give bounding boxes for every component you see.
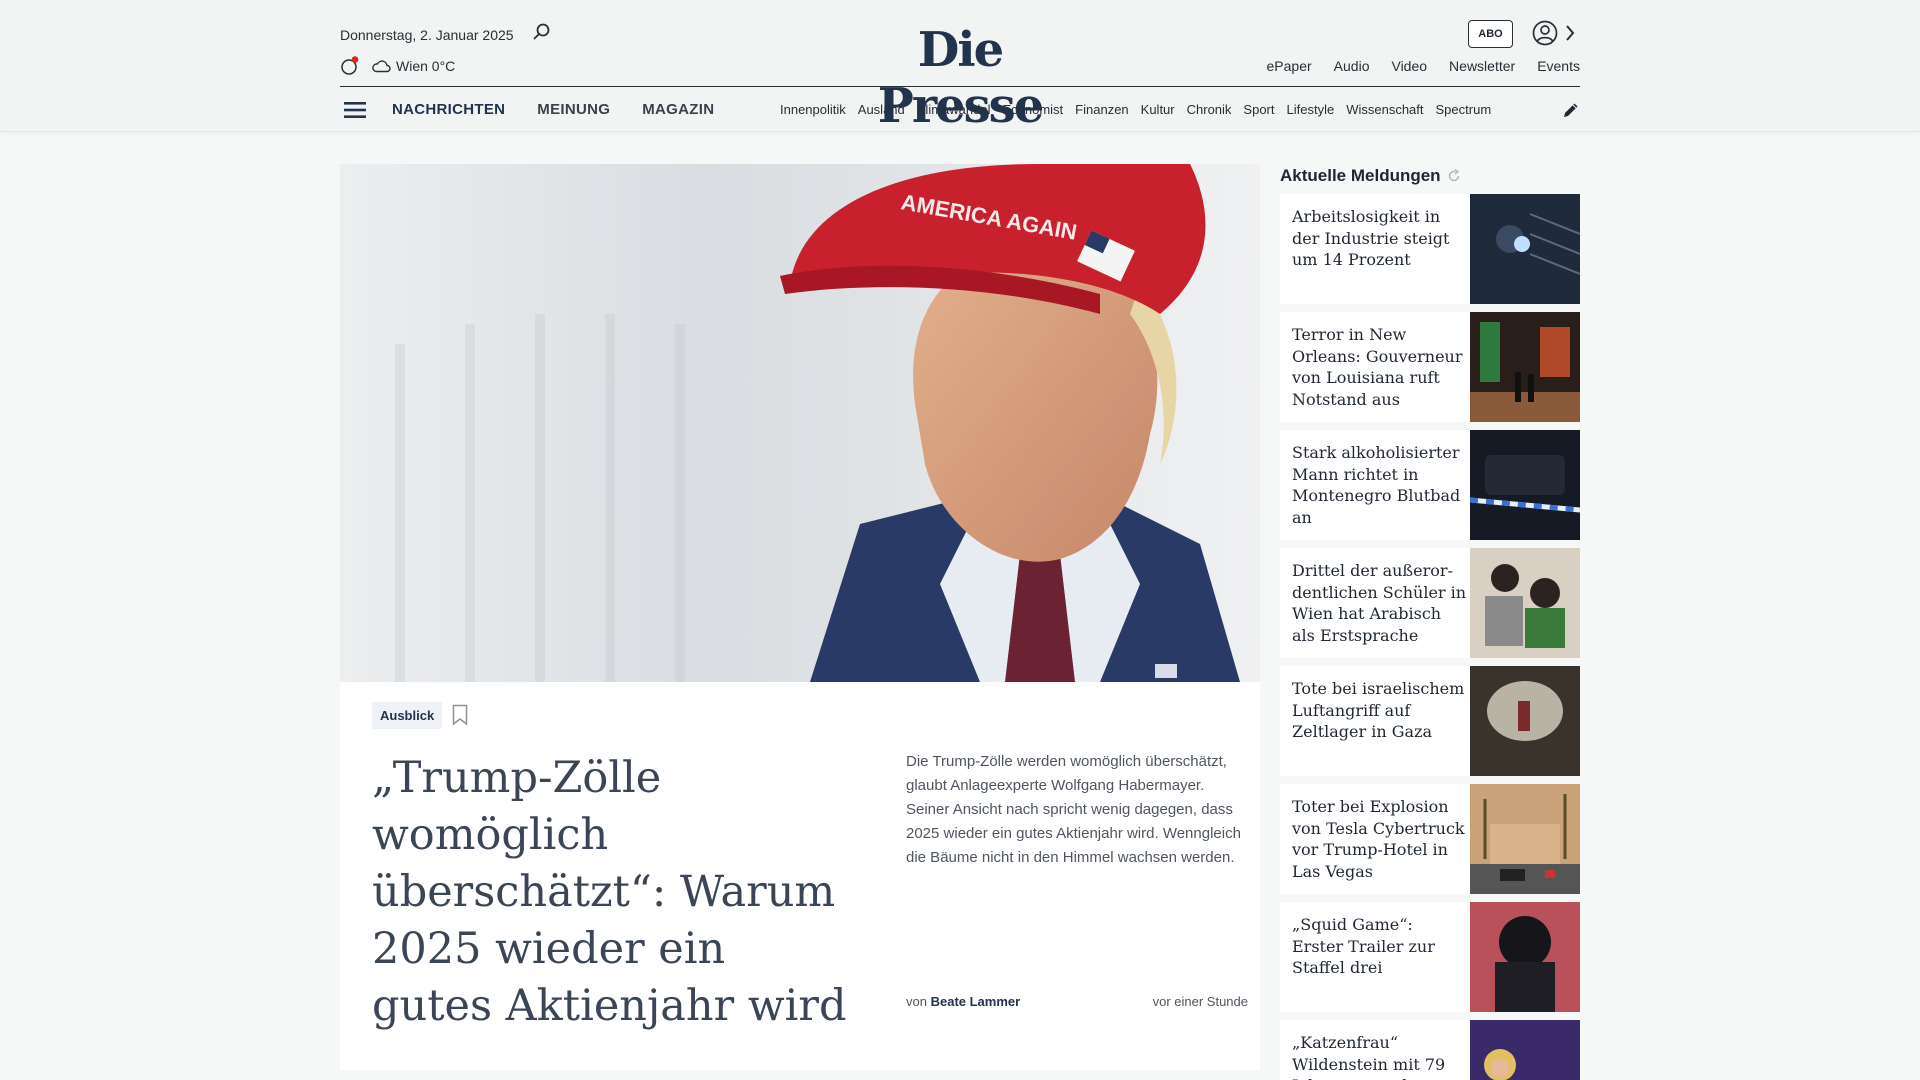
hero-headline[interactable]: „Trump-Zölle womöglich überschätzt“: War… <box>372 750 852 1035</box>
news-item[interactable]: Arbeitslosigkeit in der Industrie steigt… <box>1280 194 1580 304</box>
news-item[interactable]: Toter bei Explosion von Tesla Cybertruck… <box>1280 784 1580 894</box>
toplink-epaper[interactable]: ePaper <box>1267 58 1312 74</box>
category-tag[interactable]: Ausblick <box>372 702 443 729</box>
section-sport[interactable]: Sport <box>1243 102 1274 117</box>
news-item[interactable]: Stark alkoholisierter Mann richtet in Mo… <box>1280 430 1580 540</box>
cloud-icon <box>372 60 391 73</box>
section-lifestyle[interactable]: Lifestyle <box>1287 102 1335 117</box>
header-divider <box>340 86 1580 87</box>
news-title[interactable]: Tote bei israelischem Luftangriff auf Ze… <box>1292 678 1468 743</box>
news-title[interactable]: „Katzenfrau“ Wildenstein mit 79 Jahren g… <box>1292 1032 1468 1080</box>
byline: von Beate Lammer <box>906 994 1020 1009</box>
sidebar-title: Aktuelle Meldungen <box>1280 166 1441 185</box>
news-title[interactable]: Terror in New Orleans: Gouverneur von Lo… <box>1292 324 1468 410</box>
hero-photo: AMERICA AGAIN <box>340 164 1260 682</box>
toplink-events[interactable]: Events <box>1537 58 1580 74</box>
top-links: ePaper Audio Video Newsletter Events <box>1267 58 1580 74</box>
menu-icon[interactable] <box>344 100 366 120</box>
section-innenpolitik[interactable]: Innenpolitik <box>780 102 846 117</box>
section-nav: Innenpolitik Ausland Klimawandel Economi… <box>780 102 1540 117</box>
user-icon[interactable] <box>1532 20 1558 46</box>
night-mode-icon[interactable] <box>340 56 360 76</box>
section-economist[interactable]: Economist <box>1002 102 1063 117</box>
news-thumbnail[interactable] <box>1470 194 1580 304</box>
current-date: Donnerstag, 2. Januar 2025 <box>340 27 514 43</box>
toplink-newsletter[interactable]: Newsletter <box>1449 58 1515 74</box>
section-finanzen[interactable]: Finanzen <box>1075 102 1128 117</box>
section-wissenschaft[interactable]: Wissenschaft <box>1346 102 1423 117</box>
nav-nachrichten[interactable]: NACHRICHTEN <box>392 101 505 118</box>
latest-news-sidebar: Aktuelle Meldungen Arbeitslosigkeit in d… <box>1280 164 1580 1080</box>
section-nav-fade <box>1490 96 1540 124</box>
refresh-icon[interactable] <box>1447 169 1461 183</box>
news-title[interactable]: Toter bei Explosion von Tesla Cybertruck… <box>1292 796 1468 882</box>
section-spectrum[interactable]: Spectrum <box>1436 102 1492 117</box>
news-thumbnail[interactable] <box>1470 1020 1580 1080</box>
publish-time: vor einer Stunde <box>1152 994 1248 1009</box>
hero-article[interactable]: AMERICA AGAIN Ausblick „Trump-Zölle womö… <box>340 164 1260 1070</box>
section-kultur[interactable]: Kultur <box>1141 102 1175 117</box>
news-thumbnail[interactable] <box>1470 312 1580 422</box>
byline-prefix: von <box>906 994 927 1009</box>
site-header: Donnerstag, 2. Januar 2025 Wien 0°C Die … <box>0 0 1920 134</box>
nav-magazin[interactable]: MAGAZIN <box>642 101 714 118</box>
author-link[interactable]: Beate Lammer <box>931 994 1021 1009</box>
nav-meinung[interactable]: MEINUNG <box>537 101 610 118</box>
news-item[interactable]: Drittel der außeror­dentlichen Schüler i… <box>1280 548 1580 658</box>
news-item[interactable]: Terror in New Orleans: Gouverneur von Lo… <box>1280 312 1580 422</box>
main-nav: NACHRICHTEN MEINUNG MAGAZIN <box>392 101 714 118</box>
news-item[interactable]: Tote bei israelischem Luftangriff auf Ze… <box>1280 666 1580 776</box>
sidebar-heading: Aktuelle Meldungen <box>1280 164 1580 188</box>
header-inner: Donnerstag, 2. Januar 2025 Wien 0°C Die … <box>340 0 1580 134</box>
toplink-video[interactable]: Video <box>1391 58 1427 74</box>
chevron-right-icon[interactable] <box>1564 24 1576 42</box>
news-thumbnail[interactable] <box>1470 666 1580 776</box>
news-item[interactable]: „Squid Game“: Erster Trailer zur Staffel… <box>1280 902 1580 1012</box>
search-icon[interactable] <box>532 22 552 42</box>
bookmark-icon[interactable] <box>452 704 468 726</box>
news-title[interactable]: „Squid Game“: Erster Trailer zur Staffel… <box>1292 914 1468 979</box>
news-thumbnail[interactable] <box>1470 902 1580 1012</box>
news-title[interactable]: Arbeitslosigkeit in der Industrie steigt… <box>1292 206 1468 271</box>
news-thumbnail[interactable] <box>1470 784 1580 894</box>
hero-teaser: Die Trump-Zölle werden womöglich übersch… <box>906 753 1241 866</box>
abo-button[interactable]: ABO <box>1468 20 1513 48</box>
news-item[interactable]: „Katzenfrau“ Wildenstein mit 79 Jahren g… <box>1280 1020 1580 1080</box>
section-klimawandel[interactable]: Klimawandel <box>917 102 991 117</box>
section-ausland[interactable]: Ausland <box>858 102 905 117</box>
news-thumbnail[interactable] <box>1470 430 1580 540</box>
toplink-audio[interactable]: Audio <box>1334 58 1370 74</box>
site-logo[interactable]: Die Presse <box>860 22 1060 134</box>
news-title[interactable]: Stark alkoholisierter Mann richtet in Mo… <box>1292 442 1468 528</box>
pencil-icon[interactable] <box>1562 101 1580 119</box>
weather-label: Wien 0°C <box>396 58 456 74</box>
section-chronik[interactable]: Chronik <box>1187 102 1232 117</box>
hero-image[interactable]: AMERICA AGAIN <box>340 164 1260 682</box>
news-title[interactable]: Drittel der außeror­dentlichen Schüler i… <box>1292 560 1468 646</box>
weather-widget[interactable]: Wien 0°C <box>371 58 455 74</box>
news-thumbnail[interactable] <box>1470 548 1580 658</box>
